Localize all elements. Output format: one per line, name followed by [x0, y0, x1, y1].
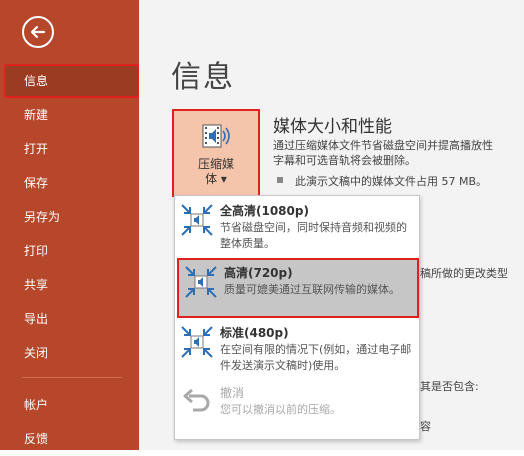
compress-media-label: 压缩媒 体 ▾: [197, 157, 234, 186]
backstage-sidebar: 信息 新建 打开 保存 另存为 打印 共享 导出 关闭 帐户 反馈: [0, 0, 140, 450]
media-section-description: 通过压缩媒体文件节省磁盘空间并提高播放性 字幕和可选音轨将会被删除。: [273, 139, 493, 167]
menu-item-undo: 撤消 您可以撤消以前的压缩。: [175, 380, 419, 436]
menu-item-title: 撤消: [220, 386, 245, 400]
compress-media-button[interactable]: 压缩媒 体 ▾: [172, 109, 260, 197]
sidebar-item-close[interactable]: 关闭: [0, 336, 139, 370]
media-size-text: 此演示文稿中的媒体文件占用 57 MB。: [295, 175, 488, 188]
compress-media-menu: 全高清(1080p) 节省磁盘空间，同时保持音频和视频的整体质量。 高清(720…: [174, 195, 420, 440]
menu-item-title: 全高清(1080p): [220, 204, 309, 218]
menu-item-full-hd[interactable]: 全高清(1080p) 节省磁盘空间，同时保持音频和视频的整体质量。: [175, 198, 419, 256]
sidebar-item-feedback[interactable]: 反馈: [0, 422, 139, 456]
background-text-fragment: 稿所做的更改类型: [420, 267, 508, 280]
menu-item-hd[interactable]: 高清(720p) 质量可媲美通过互联网传输的媒体。: [177, 258, 419, 318]
sidebar-item-share[interactable]: 共享: [0, 268, 139, 302]
media-section-title: 媒体大小和性能: [273, 117, 392, 137]
bullet-icon: [277, 177, 283, 183]
back-arrow-icon: [30, 25, 46, 39]
menu-item-description: 您可以撤消以前的压缩。: [220, 403, 341, 416]
menu-item-title: 标准(480p): [220, 326, 289, 340]
undo-icon: [179, 384, 215, 424]
sidebar-item-save[interactable]: 保存: [0, 166, 139, 200]
sidebar-item-account[interactable]: 帐户: [0, 388, 139, 422]
sidebar-item-export[interactable]: 导出: [0, 302, 139, 336]
sidebar-item-new[interactable]: 新建: [0, 98, 139, 132]
menu-item-standard[interactable]: 标准(480p) 在空间有限的情况下(例如，通过电子邮件发送演示文稿时)使用。: [175, 320, 419, 378]
compress-arrows-icon: [179, 202, 215, 242]
background-text-fragment: 容: [420, 420, 431, 433]
sidebar-item-open[interactable]: 打开: [0, 132, 139, 166]
menu-item-title: 高清(720p): [224, 266, 293, 280]
menu-item-description: 在空间有限的情况下(例如，通过电子邮件发送演示文稿时)使用。: [220, 343, 412, 372]
page-title: 信息: [171, 60, 235, 95]
compress-media-icon: [201, 121, 231, 155]
sidebar-item-info[interactable]: 信息: [4, 64, 140, 98]
sidebar-divider: [22, 377, 122, 378]
menu-item-description: 质量可媲美通过互联网传输的媒体。: [224, 283, 400, 296]
compress-arrows-icon: [179, 324, 215, 364]
menu-item-description: 节省磁盘空间，同时保持音频和视频的整体质量。: [220, 221, 407, 250]
sidebar-item-save-as[interactable]: 另存为: [0, 200, 139, 234]
sidebar-item-print[interactable]: 打印: [0, 234, 139, 268]
back-button[interactable]: [22, 16, 54, 48]
compress-arrows-icon: [183, 264, 219, 304]
background-text-fragment: 其是否包含:: [420, 380, 479, 393]
